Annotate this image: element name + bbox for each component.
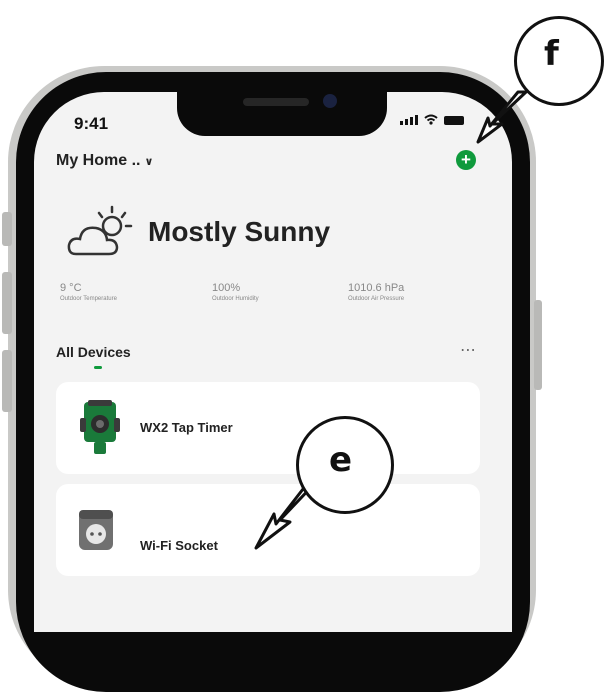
add-device-button[interactable]: + [456,150,476,170]
socket-icon [79,510,113,550]
home-selector[interactable]: My Home .. ∨ [56,152,153,170]
stat-value: 9 °C [60,282,82,294]
callout-circle-f [514,16,604,106]
callout-label-e: e [329,440,353,480]
stat-air-pressure: 1010.6 hPa Outdoor Air Pressure [348,282,404,302]
home-selector-label: My Home .. [56,152,141,169]
device-name: Wi-Fi Socket [140,538,218,553]
volume-up-button [2,272,12,334]
stat-label: Outdoor Temperature [60,296,117,302]
chevron-down-icon: ∨ [144,156,154,168]
volume-down-button [2,350,12,412]
power-button [534,300,542,390]
partly-sunny-icon [67,205,133,256]
status-icons [400,114,464,125]
tap-timer-icon [80,400,120,454]
stat-humidity: 100% Outdoor Humidity [212,282,259,302]
stat-temperature: 9 °C Outdoor Temperature [60,282,117,302]
callout-label-f: f [544,34,559,74]
more-dots-icon[interactable]: ⋯ [460,340,476,360]
device-name: WX2 Tap Timer [140,420,233,435]
app-screen: 9:41 My Home .. ∨ + Mostly Sunny 9 °C Out… [34,92,512,632]
stat-label: Outdoor Air Pressure [348,296,405,302]
tab-all-devices[interactable]: All Devices [56,344,131,360]
notch [177,92,387,136]
weather-condition: Mostly Sunny [148,216,331,247]
signal-icon [400,115,418,125]
stat-label: Outdoor Humidity [212,296,259,302]
stat-value: 100% [212,282,241,294]
wifi-icon [424,114,438,125]
device-card-tap-timer[interactable]: WX2 Tap Timer [56,382,480,474]
callout-arrow-f [476,90,528,144]
tab-active-indicator [94,366,102,369]
status-time: 9:41 [74,114,109,133]
stat-value: 1010.6 hPa [348,282,405,294]
earpiece-speaker [243,98,309,106]
mute-switch [2,212,12,246]
front-camera [323,94,337,108]
battery-icon [444,116,464,125]
